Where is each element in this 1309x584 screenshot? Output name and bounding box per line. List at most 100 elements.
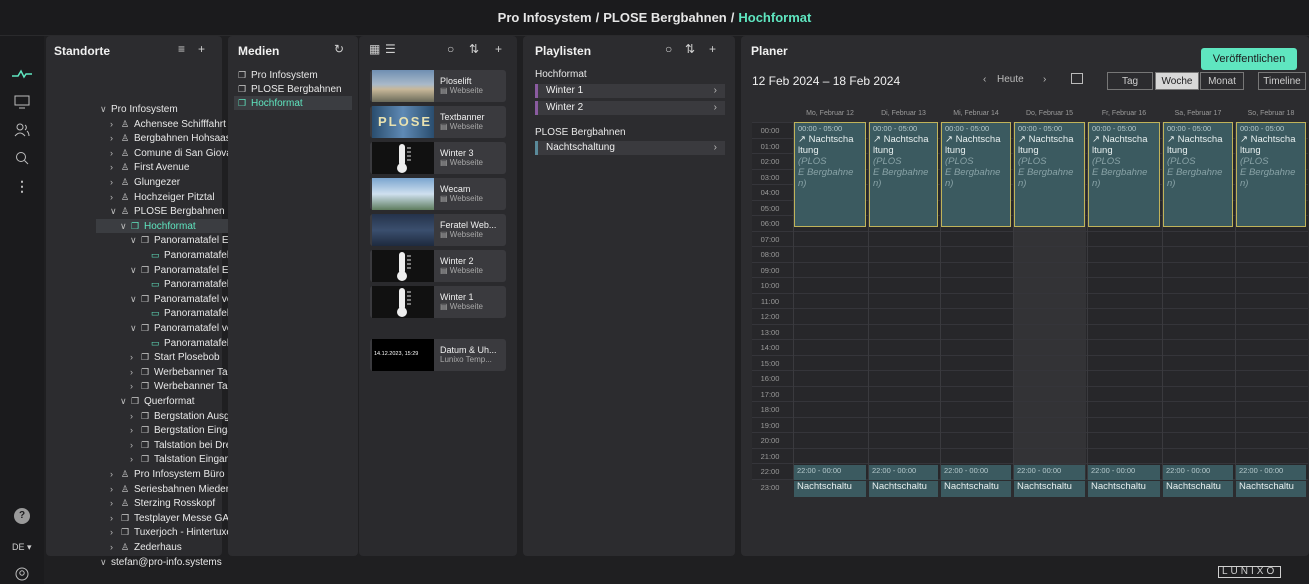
- tree-item[interactable]: ∨ ♙ PLOSE Bergbahnen: [100, 204, 225, 218]
- today-button[interactable]: Heute: [997, 74, 1024, 85]
- help-icon[interactable]: ?: [10, 506, 34, 526]
- search-icon[interactable]: ○: [447, 42, 460, 56]
- media-item[interactable]: Wecam ▤ Webseite: [370, 178, 506, 210]
- search-icon[interactable]: ○: [665, 42, 678, 56]
- publish-button[interactable]: Veröffentlichen: [1201, 48, 1297, 70]
- tree-item[interactable]: ∨ ❐ Panoramatafel vor ...: [100, 292, 247, 306]
- view-monat[interactable]: Monat: [1200, 72, 1244, 90]
- schedule-event[interactable]: 22:00 - 00:00: [1236, 465, 1306, 480]
- schedule-event[interactable]: 22:00 - 00:00: [1088, 465, 1160, 480]
- schedule-event[interactable]: 00:00 - 05:00 ↗ Nachtscha ltung (PLOS E Berg…: [1236, 122, 1306, 227]
- event-title[interactable]: Nachtschaltu: [941, 481, 1011, 497]
- chevron-right-icon[interactable]: ›: [130, 452, 141, 466]
- chevron-down-icon[interactable]: ∨: [100, 102, 111, 116]
- schedule-event[interactable]: 22:00 - 00:00: [1014, 465, 1085, 480]
- add-icon[interactable]: +: [198, 42, 211, 56]
- event-title[interactable]: Nachtschaltu: [1163, 481, 1233, 497]
- media-item[interactable]: PLOSE Textbanner ▤ Webseite: [370, 106, 506, 138]
- sort-icon[interactable]: ⇅: [469, 42, 485, 56]
- chevron-right-icon[interactable]: ›: [130, 350, 141, 364]
- breadcrumb-item[interactable]: Pro Infosystem: [498, 10, 592, 25]
- sort-icon[interactable]: ⇅: [685, 42, 701, 56]
- add-icon[interactable]: +: [495, 42, 508, 56]
- chevron-right-icon[interactable]: ›: [110, 146, 121, 160]
- chevron-right-icon[interactable]: ›: [130, 423, 141, 437]
- tree-item[interactable]: › ♙ Seriesbahnen Mieders: [100, 482, 234, 496]
- chevron-down-icon[interactable]: ∨: [120, 219, 131, 233]
- chevron-right-icon[interactable]: ›: [110, 482, 121, 496]
- chevron-right-icon[interactable]: ›: [110, 511, 121, 525]
- users-icon[interactable]: [10, 120, 34, 140]
- chevron-right-icon[interactable]: ›: [110, 117, 121, 131]
- tree-item[interactable]: › ❐ Werbebanner Talst...: [100, 379, 246, 393]
- schedule-event[interactable]: 00:00 - 05:00 ↗ Nachtscha ltung (PLOS E Berg…: [1014, 122, 1085, 227]
- playlist-item[interactable]: Winter 2 ›: [535, 101, 725, 115]
- schedule-event[interactable]: 00:00 - 05:00 ↗ Nachtscha ltung (PLOS E Berg…: [794, 122, 866, 227]
- schedule-event[interactable]: 00:00 - 05:00 ↗ Nachtscha ltung (PLOS E Berg…: [1163, 122, 1233, 227]
- tree-item[interactable]: › ❐ Bergstation Ausga...: [100, 409, 244, 423]
- tree-item[interactable]: › ♙ Glungezer: [100, 175, 180, 189]
- chevron-right-icon[interactable]: ›: [130, 409, 141, 423]
- tree-item[interactable]: ∨ ❐ Querformat: [100, 394, 195, 408]
- playlist-item[interactable]: Nachtschaltung ›: [535, 141, 725, 155]
- tree-item[interactable]: ∨ ❐ Panoramatafel vor ...: [100, 321, 247, 335]
- media-item[interactable]: Feratel Web... ▤ Webseite: [370, 214, 506, 246]
- tree-item[interactable]: › ❐ Start Plosebob: [100, 350, 220, 364]
- tree-item[interactable]: › ♙ Sterzing Rosskopf: [100, 496, 215, 510]
- tree-item[interactable]: ∨ ❐ Panoramatafel Ein...: [100, 233, 245, 247]
- add-icon[interactable]: +: [709, 42, 722, 56]
- event-title[interactable]: Nachtschaltu: [1088, 481, 1160, 497]
- chevron-right-icon[interactable]: ›: [110, 496, 121, 510]
- schedule-event[interactable]: 22:00 - 00:00: [869, 465, 938, 480]
- event-title[interactable]: Nachtschaltu: [794, 481, 866, 497]
- media-folder[interactable]: ❐ Pro Infosystem: [238, 68, 318, 82]
- chevron-down-icon[interactable]: ∨: [130, 233, 141, 247]
- chevron-right-icon[interactable]: ›: [110, 160, 121, 174]
- chevron-right-icon[interactable]: ›: [130, 438, 141, 452]
- chevron-right-icon[interactable]: ›: [110, 467, 121, 481]
- more-icon[interactable]: ⋮: [10, 176, 34, 196]
- media-item[interactable]: Ploselift ▤ Webseite: [370, 70, 506, 102]
- chevron-down-icon[interactable]: ∨: [110, 204, 121, 218]
- tree-item[interactable]: › ♙ First Avenue: [100, 160, 189, 174]
- media-item[interactable]: Winter 2 ▤ Webseite: [370, 250, 506, 282]
- tree-item[interactable]: ∨ ❐ Panoramatafel Ein...: [100, 263, 245, 277]
- tree-item[interactable]: › ♙ Achensee Schifffahrt: [100, 117, 226, 131]
- next-button[interactable]: ›: [1043, 74, 1046, 85]
- chevron-down-icon[interactable]: ∨: [120, 394, 131, 408]
- chevron-down-icon[interactable]: ∨: [100, 555, 111, 569]
- grid-view-icon[interactable]: ▦: [369, 42, 386, 56]
- chevron-down-icon[interactable]: ∨: [130, 292, 141, 306]
- breadcrumb-item[interactable]: PLOSE Bergbahnen: [603, 10, 727, 25]
- filter-icon[interactable]: ≡: [178, 42, 191, 56]
- media-folder[interactable]: ❐ PLOSE Bergbahnen: [238, 82, 342, 96]
- tree-item[interactable]: › ❐ Bergstation Eingan...: [100, 423, 247, 437]
- tree-item[interactable]: ∨ stefan@pro-info.systems: [100, 555, 222, 569]
- schedule-event[interactable]: 00:00 - 05:00 ↗ Nachtscha ltung (PLOS E Berg…: [869, 122, 938, 227]
- tree-item[interactable]: › ♙ Zederhaus: [100, 540, 182, 554]
- refresh-icon[interactable]: ↻: [334, 42, 350, 56]
- chevron-down-icon[interactable]: ∨: [130, 263, 141, 277]
- event-title[interactable]: Nachtschaltu: [1014, 481, 1085, 497]
- monitor-icon[interactable]: [10, 92, 34, 112]
- chevron-right-icon[interactable]: ›: [110, 540, 121, 554]
- schedule-event[interactable]: 22:00 - 00:00: [941, 465, 1011, 480]
- chevron-right-icon[interactable]: ›: [110, 190, 121, 204]
- search-icon[interactable]: [10, 148, 34, 168]
- user-circle-icon[interactable]: [10, 564, 34, 584]
- tree-item[interactable]: ∨ Pro Infosystem: [100, 102, 178, 116]
- schedule-event[interactable]: 00:00 - 05:00 ↗ Nachtscha ltung (PLOS E Berg…: [941, 122, 1011, 227]
- chevron-right-icon[interactable]: ›: [110, 131, 121, 145]
- view-timeline[interactable]: Timeline: [1258, 72, 1306, 90]
- schedule-event[interactable]: 00:00 - 05:00 ↗ Nachtscha ltung (PLOS E Berg…: [1088, 122, 1160, 227]
- tree-item[interactable]: › ❐ Talstation bei Dreh...: [100, 438, 245, 452]
- tree-item[interactable]: › ❐ Werbebanner Talst...: [100, 365, 246, 379]
- tree-item[interactable]: › ♙ Bergbahnen Hohsaas: [100, 131, 231, 145]
- event-title[interactable]: Nachtschaltu: [1236, 481, 1306, 497]
- chevron-right-icon[interactable]: ›: [130, 365, 141, 379]
- prev-button[interactable]: ‹: [983, 74, 986, 85]
- chevron-right-icon[interactable]: ›: [110, 525, 121, 539]
- playlist-item[interactable]: Winter 1 ›: [535, 84, 725, 98]
- language-select[interactable]: DE ▾: [12, 542, 32, 553]
- chevron-right-icon[interactable]: ›: [110, 175, 121, 189]
